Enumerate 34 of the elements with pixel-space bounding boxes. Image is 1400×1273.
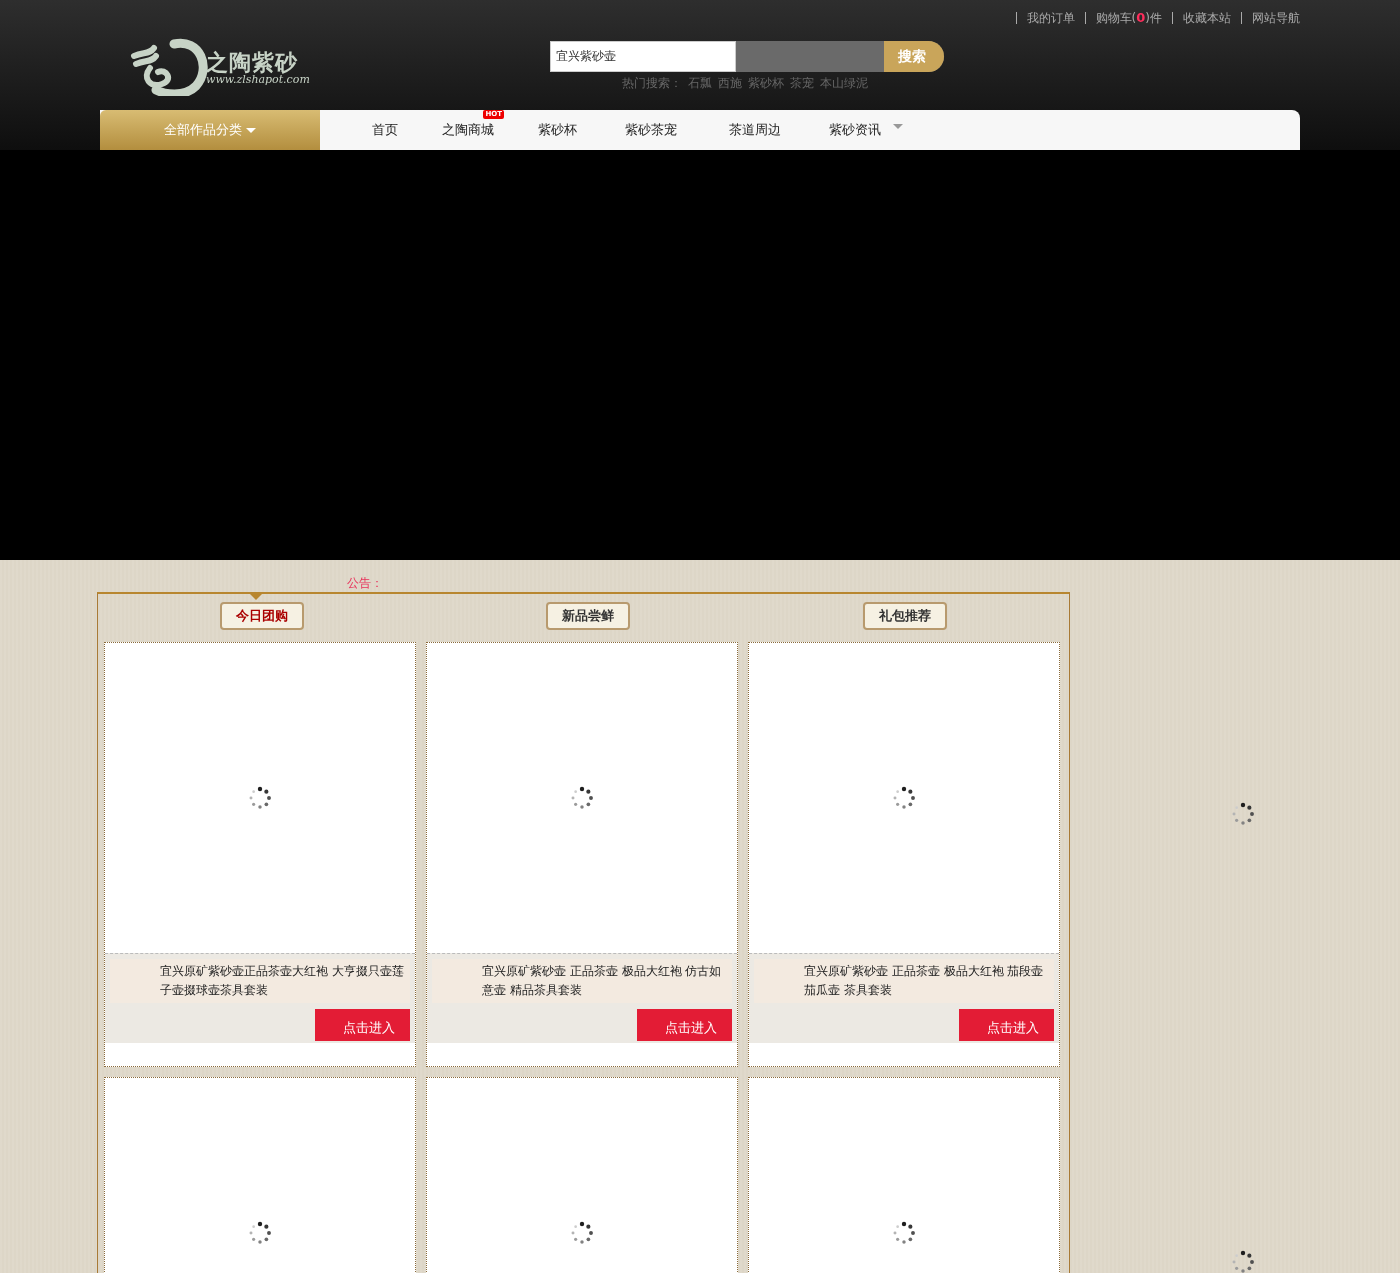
loading-spinner-icon (570, 786, 594, 810)
dropdown-caret-icon[interactable] (893, 123, 903, 129)
nav-link[interactable]: 茶道周边 (729, 121, 781, 139)
logo-text: 之陶紫砂 (206, 50, 299, 74)
top-link[interactable]: 购物车(0)件 (1084, 12, 1162, 24)
nav-link[interactable]: 紫砂杯 (538, 121, 577, 139)
enter-button[interactable]: 点击进入 (959, 1009, 1054, 1041)
loading-spinner-icon (1231, 1250, 1255, 1273)
product-title: 宜兴原矿紫砂壶 正品茶壶 极品大红袍 仿古如意壶 精品茶具套装 (432, 959, 732, 1003)
notice-label: 公告： (346, 575, 384, 592)
top-link[interactable]: 我的订单 (1015, 12, 1075, 24)
loading-spinner-icon (892, 1221, 916, 1245)
top-link[interactable]: 网站导航 (1241, 12, 1300, 24)
enter-button[interactable]: 点击进入 (315, 1009, 410, 1041)
nav-link[interactable]: 紫砂资讯 (829, 121, 881, 139)
search-field[interactable]: 宜兴紫砂壶 (550, 41, 736, 72)
loading-spinner-icon (892, 786, 916, 810)
loading-spinner-icon (570, 1221, 594, 1245)
loading-spinner-icon (248, 786, 272, 810)
product-title: 宜兴原矿紫砂壶 正品茶壶 极品大红袍 茄段壶茄瓜壶 茶具套装 (754, 959, 1054, 1003)
logo-url: www.zlshapot.com (206, 74, 310, 86)
nav-link[interactable]: 紫砂茶宠 (625, 121, 677, 139)
section-tab[interactable]: 今日团购 (220, 602, 305, 630)
caret-icon (246, 127, 256, 133)
section-tab[interactable]: 新品尝鲜 (546, 602, 631, 630)
loading-spinner-icon (1231, 802, 1255, 826)
nav-link[interactable]: 首页 (372, 121, 398, 139)
product-title: 宜兴原矿紫砂壶正品茶壶大红袍 大亨掇只壶莲子壶掇球壶茶具套装 (110, 959, 410, 1003)
top-link[interactable]: 收藏本站 (1172, 12, 1231, 24)
section-tab[interactable]: 礼包推荐 (862, 602, 947, 630)
loading-spinner-icon (248, 1221, 272, 1245)
hot-search-label: 热门搜索： (622, 75, 682, 92)
nav-link[interactable]: 之陶商城 (442, 121, 494, 139)
enter-button[interactable]: 点击进入 (637, 1009, 732, 1041)
